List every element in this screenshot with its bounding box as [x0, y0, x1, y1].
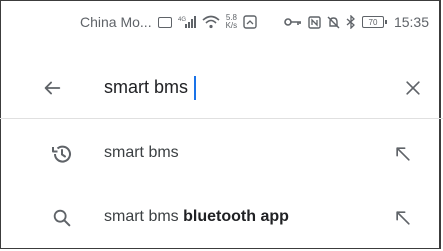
suggestion-text: smart bms — [104, 144, 179, 161]
suggestion-bold-text: bluetooth app — [183, 208, 289, 225]
close-icon — [406, 81, 420, 95]
arrow-back-icon — [44, 81, 61, 95]
suggestion-item[interactable]: smart bms bluetooth app — [0, 190, 443, 246]
network-speed: 5.8 K/s — [226, 14, 238, 30]
suggestion-label: smart bms — [104, 144, 179, 162]
battery-icon: 70 — [361, 16, 387, 28]
network-type-text: 4G — [178, 17, 186, 23]
speed-unit: K/s — [225, 21, 238, 30]
search-input[interactable]: smart bms — [104, 77, 188, 98]
arrow-up-left-icon — [396, 147, 410, 161]
status-left: China Mo... 4G 5.8 K/s — [80, 14, 257, 30]
fill-query-button[interactable] — [391, 206, 415, 230]
battery-level: 70 — [368, 17, 378, 27]
notification-icon — [157, 15, 172, 29]
clock: 15:35 — [393, 14, 429, 30]
search-icon — [50, 206, 74, 230]
suggestion-item[interactable]: smart bms — [0, 126, 443, 182]
status-right: 70 15:35 — [284, 14, 429, 30]
mute-icon — [327, 15, 340, 29]
bluetooth-icon — [346, 15, 356, 29]
suggestion-text: smart bms — [104, 208, 184, 225]
history-icon — [50, 142, 74, 166]
signal-icon: 4G — [178, 15, 196, 29]
clear-button[interactable] — [401, 76, 425, 100]
suggestion-label: smart bms bluetooth app — [104, 208, 289, 226]
search-divider — [0, 118, 443, 119]
search-bar: smart bms — [0, 60, 443, 116]
arrow-up-left-icon — [396, 211, 410, 225]
status-bar: China Mo... 4G 5.8 K/s 70 15:35 — [0, 0, 443, 44]
screenshot-icon — [243, 15, 257, 29]
text-cursor — [194, 76, 196, 100]
wifi-icon — [202, 15, 220, 29]
nfc-icon — [308, 15, 321, 29]
key-icon — [284, 15, 302, 29]
carrier-name: China Mo... — [80, 14, 152, 30]
back-button[interactable] — [40, 76, 64, 100]
fill-query-button[interactable] — [391, 142, 415, 166]
